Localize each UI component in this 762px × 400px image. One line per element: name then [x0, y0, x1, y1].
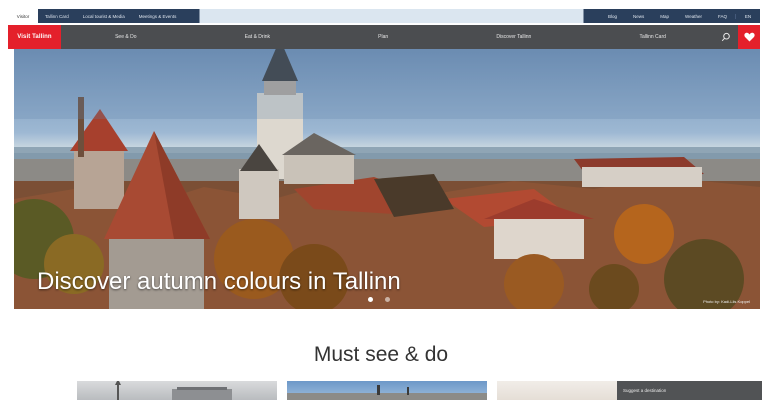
nav-item-see-do[interactable]: See & Do: [115, 34, 136, 40]
link-weather[interactable]: Weather: [677, 14, 710, 19]
heart-icon: [743, 32, 755, 42]
tab-tallinn-card[interactable]: Tallinn Card: [38, 9, 76, 23]
photo-credit: Photo by: Kadi-Liis Koppel: [703, 299, 750, 304]
search-button[interactable]: [720, 31, 732, 43]
site-logo[interactable]: Visit Tallinn: [8, 25, 61, 49]
carousel-dot-1[interactable]: [368, 297, 373, 302]
card-4[interactable]: Suggest a destination: [617, 381, 762, 400]
hero-caption[interactable]: Discover autumn colours in Tallinn: [37, 268, 401, 296]
card-1-image: [115, 381, 232, 400]
card-3[interactable]: [497, 381, 617, 400]
link-news[interactable]: News: [625, 14, 652, 19]
link-faq[interactable]: FAQ: [710, 14, 735, 19]
nav-item-discover-tallinn[interactable]: Discover Tallinn: [496, 34, 531, 40]
tab-meetings-events[interactable]: Meetings & Events: [132, 9, 184, 23]
link-map[interactable]: Map: [652, 14, 677, 19]
nav-item-eat-drink[interactable]: Eat & Drink: [245, 34, 270, 40]
tab-visitor[interactable]: Visitor: [8, 9, 38, 23]
carousel-dot-2[interactable]: [385, 297, 390, 302]
tab-local-tourist-media[interactable]: Local tourist & Media: [76, 9, 132, 23]
language-switcher[interactable]: EN: [735, 13, 760, 19]
card-1[interactable]: [77, 381, 277, 400]
top-utility-bar: Visitor Tallinn Card Local tourist & Med…: [8, 9, 760, 23]
card-4-label: Suggest a destination: [623, 388, 667, 393]
carousel-dots: [368, 297, 390, 302]
nav-item-tallinn-card[interactable]: Tallinn Card: [639, 34, 665, 40]
hero-banner[interactable]: Discover autumn colours in Tallinn Photo…: [14, 49, 760, 309]
link-blog[interactable]: Blog: [600, 14, 625, 19]
favorites-button[interactable]: [738, 25, 760, 49]
topbar-spacer: [183, 9, 600, 23]
card-2[interactable]: [287, 381, 487, 400]
main-navigation: Visit Tallinn See & Do Eat & Drink Plan …: [8, 25, 760, 49]
nav-items: See & Do Eat & Drink Plan Discover Talli…: [61, 34, 760, 40]
section-title: Must see & do: [313, 343, 449, 366]
search-icon: [721, 32, 730, 42]
must-see-cards: Suggest a destination: [0, 381, 762, 400]
nav-item-plan[interactable]: Plan: [378, 34, 388, 40]
card-2-image: [287, 385, 487, 400]
